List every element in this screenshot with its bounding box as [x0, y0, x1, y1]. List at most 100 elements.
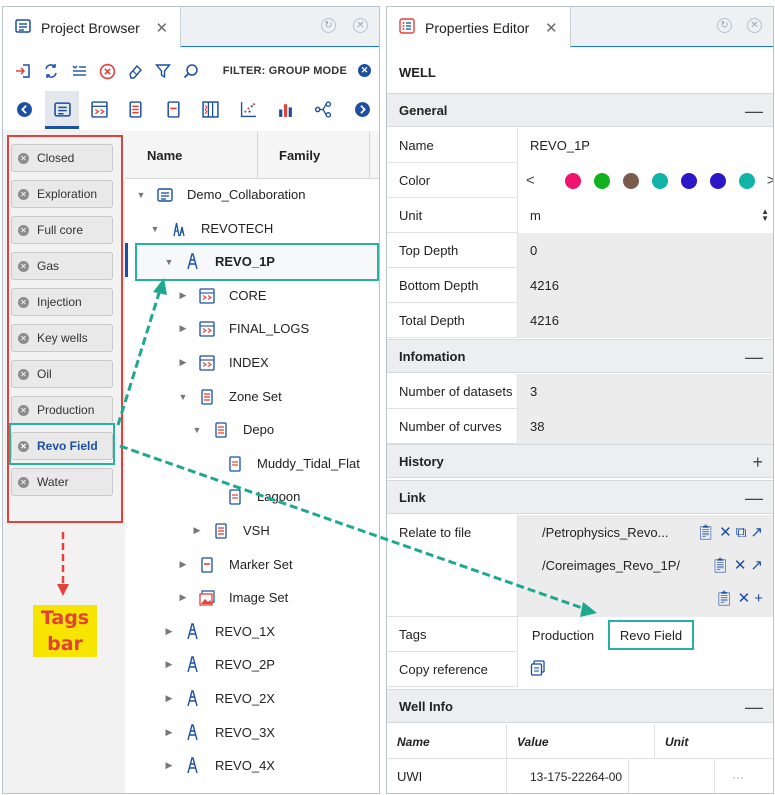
filter-icon[interactable] [153, 61, 173, 81]
color-swatch[interactable] [709, 172, 726, 189]
well-info-row-value[interactable]: 13-175-22264-00 [520, 759, 628, 793]
caret-right-icon[interactable]: ▶ [163, 760, 175, 772]
color-swatch[interactable] [564, 172, 581, 189]
tree-node[interactable]: ▼ REVOTECH [125, 212, 379, 245]
caret-right-icon[interactable]: ▶ [191, 525, 203, 537]
back-icon[interactable] [14, 99, 34, 119]
remove-icon[interactable]: ✕ [738, 589, 751, 607]
tree-node[interactable]: ▶ REVO_3X [125, 716, 379, 749]
section-well-info[interactable]: Well Info — [387, 689, 773, 723]
chevron-left-icon[interactable]: < [526, 172, 535, 189]
add-icon[interactable]: + [754, 590, 763, 607]
track-view-icon[interactable] [200, 99, 220, 119]
caret-down-icon[interactable]: ▼ [163, 256, 175, 268]
column-divider[interactable] [257, 131, 258, 179]
chevron-right-icon[interactable]: > [767, 172, 773, 189]
clipboard-icon[interactable]: 📋︎ [715, 589, 734, 607]
caret-right-icon[interactable]: ▶ [177, 592, 189, 604]
caret-right-icon[interactable]: ▶ [177, 323, 189, 335]
remove-icon[interactable]: ✕ [734, 556, 747, 574]
collapse-icon[interactable]: — [745, 101, 763, 122]
import-icon[interactable] [13, 61, 33, 81]
open-external-icon[interactable]: ⧉ [736, 524, 747, 541]
tree-node[interactable]: ▼ Zone Set [125, 380, 379, 413]
caret-right-icon[interactable]: ▶ [177, 559, 189, 571]
caret-down-icon[interactable]: ▼ [149, 223, 161, 235]
section-general[interactable]: General — [387, 93, 773, 127]
tab-properties-editor[interactable]: Properties Editor ✕ [387, 7, 571, 48]
caret-down-icon[interactable]: ▼ [191, 424, 203, 436]
clipboard-icon[interactable]: 📋︎ [696, 523, 715, 541]
search-icon[interactable] [181, 61, 201, 81]
caret-right-icon[interactable]: ▶ [163, 727, 175, 739]
caret-right-icon[interactable]: ▶ [163, 626, 175, 638]
marker-view-icon[interactable] [163, 99, 183, 119]
related-file-1[interactable]: /Petrophysics_Revo... [542, 515, 668, 549]
tag-chip-revo-field[interactable]: Revo Field [608, 620, 694, 650]
caret-right-icon[interactable]: ▶ [177, 290, 189, 302]
tab-project-browser[interactable]: Project Browser ✕ [3, 7, 181, 48]
tree-node[interactable]: ▶ Image Set [125, 581, 379, 614]
tree-node[interactable]: ▶ INDEX [125, 346, 379, 379]
related-file-2[interactable]: /Coreimages_Revo_1P/ [542, 548, 680, 582]
color-swatch[interactable] [622, 172, 639, 189]
tree-node[interactable]: ▶ REVO_2P [125, 648, 379, 681]
caret-right-icon[interactable]: ▶ [163, 693, 175, 705]
histogram-view-icon[interactable] [275, 99, 295, 119]
refresh-icon[interactable] [41, 61, 61, 81]
zone-view-icon[interactable] [125, 99, 145, 119]
close-panel-icon[interactable]: ✕ [353, 18, 368, 33]
forward-icon[interactable] [352, 99, 372, 119]
tag-chip-production[interactable]: Production [527, 624, 599, 646]
column-family-header[interactable]: Family [279, 131, 320, 179]
arrow-up-right-icon[interactable]: ↗ [750, 556, 763, 574]
close-icon[interactable]: ✕ [543, 19, 559, 37]
restore-icon[interactable]: ↻ [717, 18, 732, 33]
collapse-all-icon[interactable] [69, 61, 89, 81]
crossplot-view-icon[interactable] [238, 99, 258, 119]
section-link[interactable]: Link — [387, 480, 773, 514]
dataset-view-icon[interactable] [89, 99, 109, 119]
remove-icon[interactable]: ✕ [719, 523, 732, 541]
color-swatch[interactable] [738, 172, 755, 189]
well-info-col-unit[interactable]: Unit [655, 724, 688, 759]
color-swatch[interactable] [593, 172, 610, 189]
collapse-icon[interactable]: — [745, 697, 763, 718]
well-info-col-name[interactable]: Name [387, 724, 430, 759]
tree-node[interactable]: ▶ REVO_1X [125, 615, 379, 648]
close-panel-icon[interactable]: ✕ [747, 18, 762, 33]
close-icon[interactable]: ✕ [154, 19, 170, 37]
project-view-icon[interactable] [52, 99, 72, 119]
arrow-up-right-icon[interactable]: ↗ [750, 523, 763, 541]
tree-node[interactable]: Lagoon [125, 480, 379, 513]
section-information[interactable]: Infomation — [387, 339, 773, 373]
prop-name-field[interactable]: REVO_1P [517, 128, 773, 163]
caret-right-icon[interactable]: ▶ [177, 357, 189, 369]
column-divider[interactable] [369, 131, 370, 179]
well-info-row-unit[interactable] [655, 759, 665, 793]
tree-node[interactable]: ▼ Demo_Collaboration [125, 178, 379, 211]
tree-node[interactable]: ▶ CORE [125, 279, 379, 312]
restore-icon[interactable]: ↻ [321, 18, 336, 33]
tree-node[interactable]: ▼ REVO_1P [125, 245, 379, 278]
tree-node[interactable]: ▼ Depo [125, 413, 379, 446]
row-more-icon[interactable]: ··· [722, 759, 744, 793]
tree-node[interactable]: ▶ FINAL_LOGS [125, 312, 379, 345]
unit-select[interactable]: m ▲ ▼ [517, 198, 773, 233]
collapse-icon[interactable]: — [745, 488, 763, 509]
color-swatch[interactable] [680, 172, 697, 189]
section-history[interactable]: History + [387, 444, 773, 478]
tree-node[interactable]: ▶ REVO_2X [125, 682, 379, 715]
column-name-header[interactable]: Name [147, 131, 182, 179]
tree-node[interactable]: ▶ Marker Set [125, 548, 379, 581]
caret-down-icon[interactable]: ▼ [135, 189, 147, 201]
well-info-col-value[interactable]: Value [507, 724, 549, 759]
caret-right-icon[interactable]: ▶ [163, 659, 175, 671]
eraser-icon[interactable] [125, 61, 145, 81]
color-picker[interactable]: < > [517, 163, 773, 198]
tree-node[interactable]: ▶ REVO_4X [125, 749, 379, 782]
tree-node[interactable]: ▶ VSH [125, 514, 379, 547]
copy-icon[interactable] [530, 660, 546, 679]
color-swatch[interactable] [651, 172, 668, 189]
tree-node[interactable]: Muddy_Tidal_Flat [125, 447, 379, 480]
